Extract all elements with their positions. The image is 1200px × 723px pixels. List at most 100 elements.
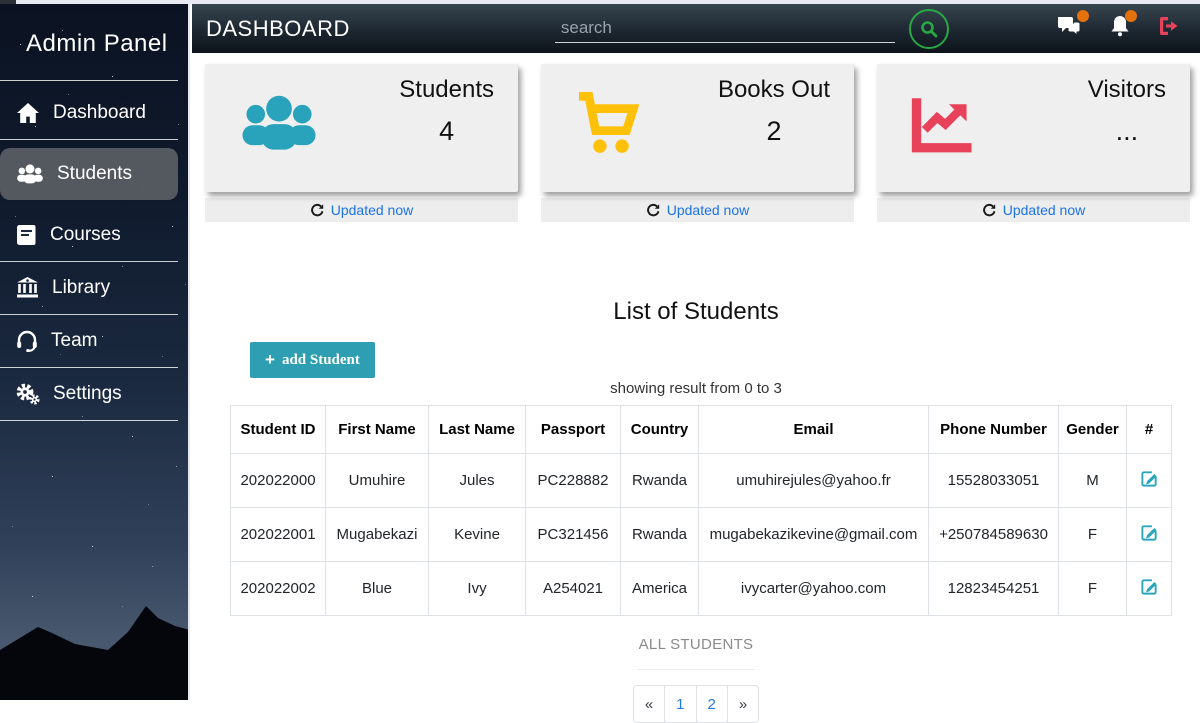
sidebar: Admin Panel Dashboard Students xyxy=(0,4,190,700)
card-label: Students xyxy=(399,76,494,104)
card-updated-label: Updated now xyxy=(331,202,414,218)
sidebar-item-courses[interactable]: Courses xyxy=(0,209,178,261)
page-title: DASHBOARD xyxy=(206,16,350,42)
logout-button[interactable] xyxy=(1158,15,1182,42)
sidebar-item-dashboard[interactable]: Dashboard xyxy=(0,87,178,139)
browser-top-edge xyxy=(0,0,1200,4)
mountains-decoration xyxy=(0,570,190,700)
search-input[interactable] xyxy=(555,14,895,43)
card-updated-label: Updated now xyxy=(667,202,750,218)
col-header: Gender xyxy=(1059,406,1127,454)
cell-passport: A254021 xyxy=(526,562,621,616)
chart-line-icon xyxy=(911,92,977,154)
card-updated-link[interactable]: Updated now xyxy=(205,198,518,222)
sidebar-item-library[interactable]: Library xyxy=(0,262,178,314)
col-header: First Name xyxy=(326,406,429,454)
pagination: « 1 2 » xyxy=(192,685,1200,723)
students-table: Student ID First Name Last Name Passport… xyxy=(230,405,1172,616)
cell-first-name: Blue xyxy=(326,562,429,616)
cell-passport: PC228882 xyxy=(526,454,621,508)
card-body: Visitors ... xyxy=(877,64,1190,192)
messages-button[interactable] xyxy=(1056,15,1082,42)
pagination-page-2[interactable]: 2 xyxy=(696,685,728,723)
card-updated-link[interactable]: Updated now xyxy=(541,198,854,222)
notifications-button[interactable] xyxy=(1110,15,1130,42)
cell-phone: 12823454251 xyxy=(929,562,1059,616)
col-header: Passport xyxy=(526,406,621,454)
search-button[interactable] xyxy=(909,9,949,49)
cell-last-name: Kevine xyxy=(429,508,526,562)
sidebar-item-settings[interactable]: Settings xyxy=(0,368,178,420)
cell-gender: M xyxy=(1059,454,1127,508)
cell-country: Rwanda xyxy=(621,508,699,562)
gears-icon xyxy=(16,383,40,405)
plus-icon: + xyxy=(265,350,275,370)
cell-first-name: Mugabekazi xyxy=(326,508,429,562)
sidebar-item-team[interactable]: Team xyxy=(0,315,178,367)
card-value: 4 xyxy=(399,116,494,147)
search-icon xyxy=(920,20,938,38)
cart-icon xyxy=(575,92,647,156)
card-label: Visitors xyxy=(1088,76,1166,104)
sidebar-item-label: Dashboard xyxy=(53,102,146,124)
add-student-button[interactable]: + add Student xyxy=(250,342,375,378)
sign-out-icon xyxy=(1158,15,1182,37)
table-row: 202022000 Umuhire Jules PC228882 Rwanda … xyxy=(231,454,1172,508)
edit-icon xyxy=(1140,469,1159,488)
cell-email: mugabekazikevine@gmail.com xyxy=(699,508,929,562)
notification-badge xyxy=(1077,10,1089,22)
top-header: DASHBOARD xyxy=(192,4,1200,53)
card-books-out: Books Out 2 Updated now xyxy=(541,64,854,222)
card-value: 2 xyxy=(718,116,830,147)
sidebar-item-students[interactable]: Students xyxy=(0,148,178,200)
cell-passport: PC321456 xyxy=(526,508,621,562)
col-header: Country xyxy=(621,406,699,454)
cell-country: Rwanda xyxy=(621,454,699,508)
edit-row-button[interactable] xyxy=(1140,577,1159,599)
cell-email: umuhirejules@yahoo.fr xyxy=(699,454,929,508)
card-body: Books Out 2 xyxy=(541,64,854,192)
all-students-label: ALL STUDENTS xyxy=(192,636,1200,653)
pagination-prev[interactable]: « xyxy=(633,685,665,723)
book-icon xyxy=(16,224,37,246)
cell-country: America xyxy=(621,562,699,616)
cell-first-name: Umuhire xyxy=(326,454,429,508)
col-header: Student ID xyxy=(231,406,326,454)
users-icon xyxy=(239,92,319,154)
showing-result-text: showing result from 0 to 3 xyxy=(192,380,1200,397)
cell-student-id: 202022002 xyxy=(231,562,326,616)
edit-row-button[interactable] xyxy=(1140,523,1159,545)
divider xyxy=(0,139,178,140)
sidebar-item-label: Library xyxy=(52,277,110,299)
card-body: Students 4 xyxy=(205,64,518,192)
cell-student-id: 202022001 xyxy=(231,508,326,562)
refresh-icon xyxy=(646,203,661,218)
card-updated-link[interactable]: Updated now xyxy=(877,198,1190,222)
sidebar-item-label: Team xyxy=(51,330,97,352)
cell-gender: F xyxy=(1059,562,1127,616)
col-header: Last Name xyxy=(429,406,526,454)
edit-icon xyxy=(1140,523,1159,542)
section-title: List of Students xyxy=(192,298,1200,326)
sidebar-item-label: Students xyxy=(57,163,132,185)
card-value: ... xyxy=(1088,116,1166,147)
col-header: Phone Number xyxy=(929,406,1059,454)
card-label: Books Out xyxy=(718,76,830,104)
sidebar-item-label: Courses xyxy=(50,224,121,246)
card-updated-label: Updated now xyxy=(1003,202,1086,218)
cell-email: ivycarter@yahoo.com xyxy=(699,562,929,616)
cell-last-name: Ivy xyxy=(429,562,526,616)
edit-row-button[interactable] xyxy=(1140,469,1159,491)
col-header: # xyxy=(1127,406,1172,454)
main-content: DASHBOARD xyxy=(192,4,1200,700)
col-header: Email xyxy=(699,406,929,454)
pagination-next[interactable]: » xyxy=(727,685,759,723)
divider xyxy=(0,80,178,81)
card-students: Students 4 Updated now xyxy=(205,64,518,222)
home-icon xyxy=(16,102,40,124)
app-title: Admin Panel xyxy=(0,4,188,80)
divider xyxy=(637,669,755,670)
cell-phone: +250784589630 xyxy=(929,508,1059,562)
pagination-page-1[interactable]: 1 xyxy=(664,685,696,723)
refresh-icon xyxy=(310,203,325,218)
